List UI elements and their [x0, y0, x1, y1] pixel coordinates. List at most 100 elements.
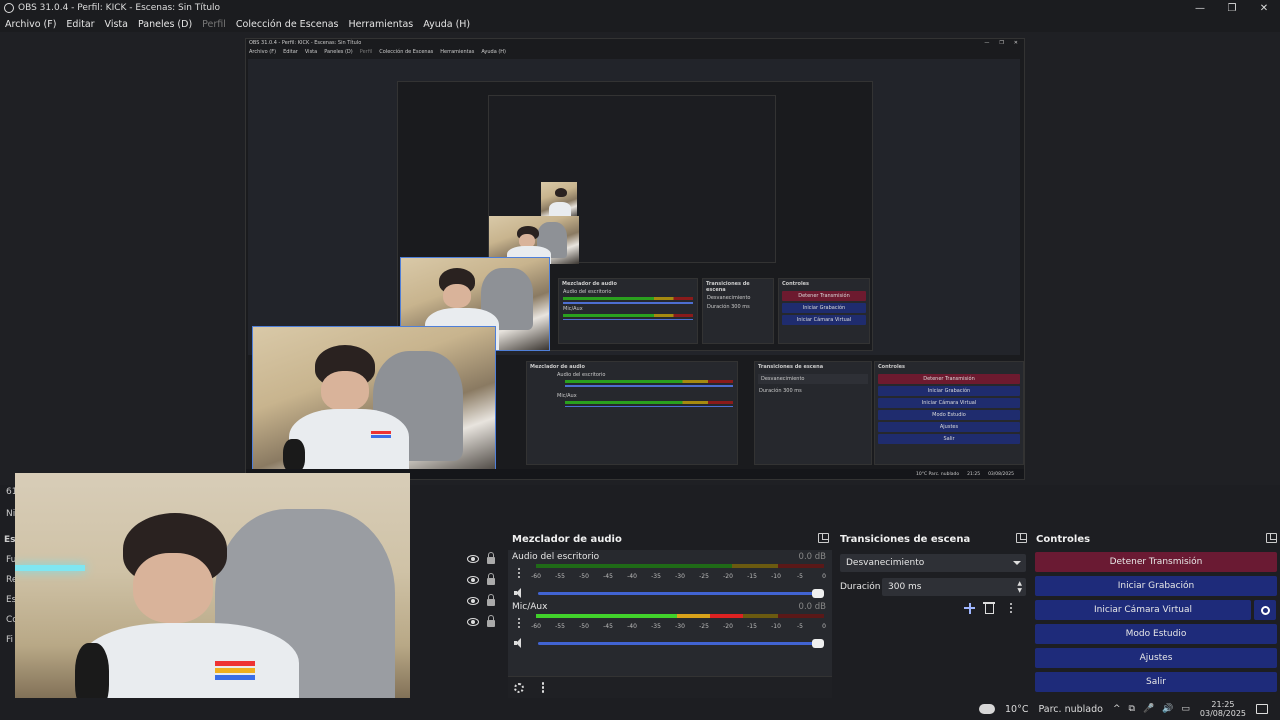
speaker-icon[interactable] [512, 587, 526, 599]
volume-icon[interactable]: 🔊 [1162, 704, 1173, 714]
transition-select[interactable]: Desvanecimiento [840, 554, 1026, 572]
nested-menu-bar: Archivo (F) Editar Vista Paneles (D) Per… [246, 48, 1024, 57]
undock-icon[interactable] [1266, 533, 1277, 543]
spin-arrows-icon[interactable]: ▲ ▼ [1017, 580, 1022, 594]
lock-icon[interactable] [487, 594, 495, 606]
controls-dock: Controles Detener Transmisión Iniciar Gr… [1032, 530, 1280, 698]
kebab-menu-icon[interactable] [512, 564, 526, 582]
meter-tick-label: -30 [675, 623, 685, 630]
exit-button[interactable]: Salir [1035, 672, 1277, 692]
undock-icon[interactable] [1016, 533, 1027, 543]
audio-mixer-body: Audio del escritorio 0.0 dB -60 -55 -50 -45… [508, 550, 832, 698]
webcam-overlay [15, 473, 410, 720]
eye-icon[interactable] [467, 597, 479, 605]
duration-label: Duración [840, 582, 881, 592]
volume-slider[interactable] [538, 588, 824, 598]
kebab-menu-icon[interactable] [512, 614, 526, 632]
channel-db: 0.0 dB [798, 602, 826, 612]
nested-desktop-audio-label: Audio del escritorio [563, 289, 612, 295]
menu-vista[interactable]: Vista [100, 19, 133, 30]
clock-date: 03/08/2025 [1199, 709, 1246, 718]
transition-menu-kebab-icon[interactable] [1004, 602, 1018, 614]
meter-tick-label: -35 [651, 573, 661, 580]
meter-tick-label: -60 [531, 623, 541, 630]
partly-cloudy-icon [976, 700, 995, 714]
meter-tick-label: -45 [603, 573, 613, 580]
meter-ticks: -60 -55 -50 -45 -40 -35 -30 -25 -20 -15 -10 -5 0 [531, 623, 826, 631]
menu-ayuda[interactable]: Ayuda (H) [418, 19, 475, 30]
meter-tick-label: -30 [675, 573, 685, 580]
start-virtual-camera-button[interactable]: Iniciar Cámara Virtual [1035, 600, 1251, 620]
tiny-webcam-frame [541, 182, 577, 218]
volume-slider-thumb[interactable] [812, 638, 824, 648]
volume-meter: -60 -55 -50 -45 -40 -35 -30 -25 -20 -15 -10 -5 0 [531, 614, 826, 632]
mixer-menu-kebab-icon[interactable] [536, 682, 550, 693]
meter-ticks: -60 -55 -50 -45 -40 -35 -30 -25 -20 -15 -10 -5 0 [531, 573, 826, 581]
close-icon[interactable]: ✕ [1248, 0, 1280, 16]
restore-icon[interactable]: ❐ [1216, 0, 1248, 16]
nested-menu-item: Colección de Escenas [379, 49, 434, 55]
obs-logo-icon [4, 3, 14, 13]
start-recording-button[interactable]: Iniciar Grabación [1035, 576, 1277, 596]
audio-mixer-dock: Mezclador de audio Audio del escritorio … [508, 530, 832, 698]
transitions-title: Transiciones de escena [840, 533, 971, 545]
lock-icon[interactable] [487, 573, 495, 585]
eye-icon[interactable] [467, 555, 479, 563]
display-icon[interactable]: ⧉ [1129, 704, 1135, 714]
lock-icon[interactable] [487, 615, 495, 627]
chevron-up-icon[interactable]: ^ [1113, 704, 1121, 714]
nested-menu-item: Paneles (D) [324, 49, 353, 55]
meter-tick-label: -25 [699, 623, 709, 630]
menu-editar[interactable]: Editar [61, 19, 99, 30]
menu-coleccion-escenas[interactable]: Colección de Escenas [231, 19, 344, 30]
trash-icon[interactable] [983, 602, 995, 614]
meter-tick-label: -20 [723, 623, 733, 630]
eye-icon[interactable] [467, 576, 479, 584]
eye-icon[interactable] [467, 618, 479, 626]
speaker-icon[interactable] [512, 637, 526, 649]
clock-time: 21:25 [1211, 700, 1235, 709]
settings-button[interactable]: Ajustes [1035, 648, 1277, 668]
gear-icon [1260, 605, 1270, 615]
virtual-camera-settings-button[interactable] [1254, 600, 1276, 620]
undock-icon[interactable] [818, 533, 829, 543]
advanced-audio-gear-icon[interactable] [514, 682, 524, 693]
small-webcam-frame [489, 216, 579, 264]
nested-menu-item: Vista [304, 49, 318, 55]
lock-icon[interactable] [487, 552, 495, 564]
system-tray: ^ ⧉ 🎤 🔊 ▭ [1113, 704, 1190, 714]
stop-streaming-button[interactable]: Detener Transmisión [1035, 552, 1277, 572]
battery-icon[interactable]: ▭ [1181, 704, 1190, 714]
clock[interactable]: 21:25 03/08/2025 [1200, 700, 1246, 718]
notification-icon[interactable] [1256, 704, 1268, 714]
meter-tick-label: -5 [797, 623, 803, 630]
transition-tools [964, 602, 1018, 614]
volume-meter: -60 -55 -50 -45 -40 -35 -30 -25 -20 -15 -10 -5 0 [531, 564, 826, 582]
volume-slider-thumb[interactable] [812, 588, 824, 598]
meter-tick-label: -40 [627, 623, 637, 630]
window-controls: — ❐ ✕ [1184, 0, 1280, 16]
nested-menu-item: Ayuda (H) [481, 49, 507, 55]
menu-archivo[interactable]: Archivo (F) [0, 19, 61, 30]
scene-transitions-dock: Transiciones de escena Desvanecimiento D… [836, 530, 1030, 698]
nested-level-3 [488, 95, 776, 264]
temperature[interactable]: 10°C [1005, 704, 1028, 715]
nested-controls-dock-2: Controles Detener Transmisión Iniciar Gr… [874, 361, 1024, 465]
nested-level-2: Mezclador de audio Audio del escritorio … [397, 81, 873, 351]
volume-slider[interactable] [538, 638, 824, 648]
menu-perfil[interactable]: Perfil [197, 19, 231, 30]
menu-paneles[interactable]: Paneles (D) [133, 19, 197, 30]
studio-mode-button[interactable]: Modo Estudio [1035, 624, 1277, 644]
duration-input[interactable]: 300 ms ▲ ▼ [882, 578, 1026, 596]
controls-body: Detener Transmisión Iniciar Grabación In… [1032, 550, 1280, 698]
nested-window-title: OBS 31.0.4 - Perfil: KICK - Escenas: Sin… [249, 40, 362, 46]
meter-tick-label: -45 [603, 623, 613, 630]
nested-mixer-dock: Mezclador de audio Audio del escritorio … [558, 278, 698, 344]
add-transition-icon[interactable] [964, 602, 975, 614]
weather-text[interactable]: Parc. nublado [1038, 704, 1102, 715]
nested-restore-icon: ❐ [999, 40, 1004, 46]
menu-herramientas[interactable]: Herramientas [344, 19, 419, 30]
minimize-icon[interactable]: — [1184, 0, 1216, 16]
meter-tick-label: -55 [555, 623, 565, 630]
microphone-icon[interactable]: 🎤 [1143, 704, 1154, 714]
